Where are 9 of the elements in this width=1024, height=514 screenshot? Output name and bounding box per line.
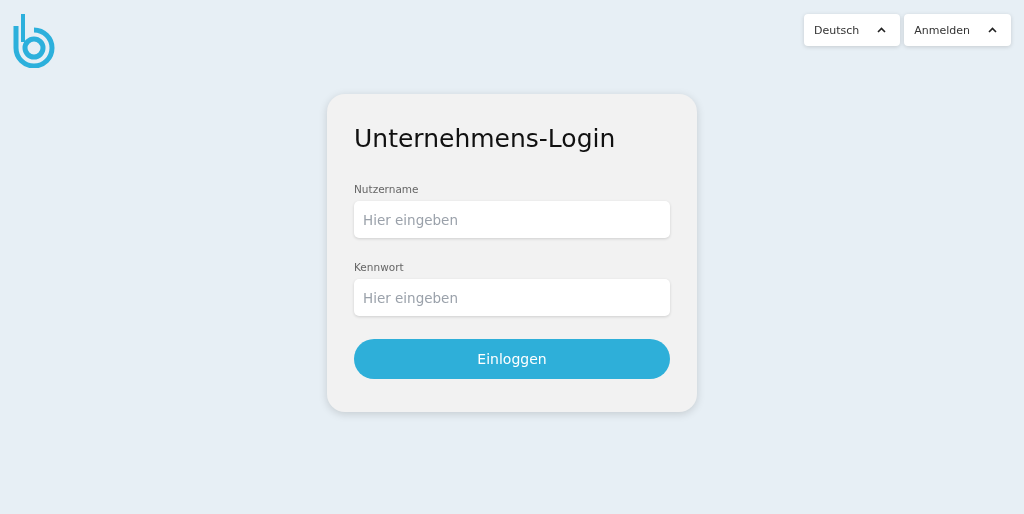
card-title: Unternehmens-Login: [354, 124, 617, 153]
input-field[interactable]: Hier eingeben: [354, 201, 670, 238]
field-label: Nutzername: [354, 183, 420, 195]
dropdown-button[interactable]: Deutsch: [803, 14, 901, 46]
field-label: Kennwort: [354, 261, 405, 273]
input-field[interactable]: Hier eingeben: [354, 279, 670, 316]
caret-icon: [988, 27, 997, 33]
dropdown-button[interactable]: Anmelden: [904, 14, 1011, 46]
caret-icon: [877, 27, 887, 33]
